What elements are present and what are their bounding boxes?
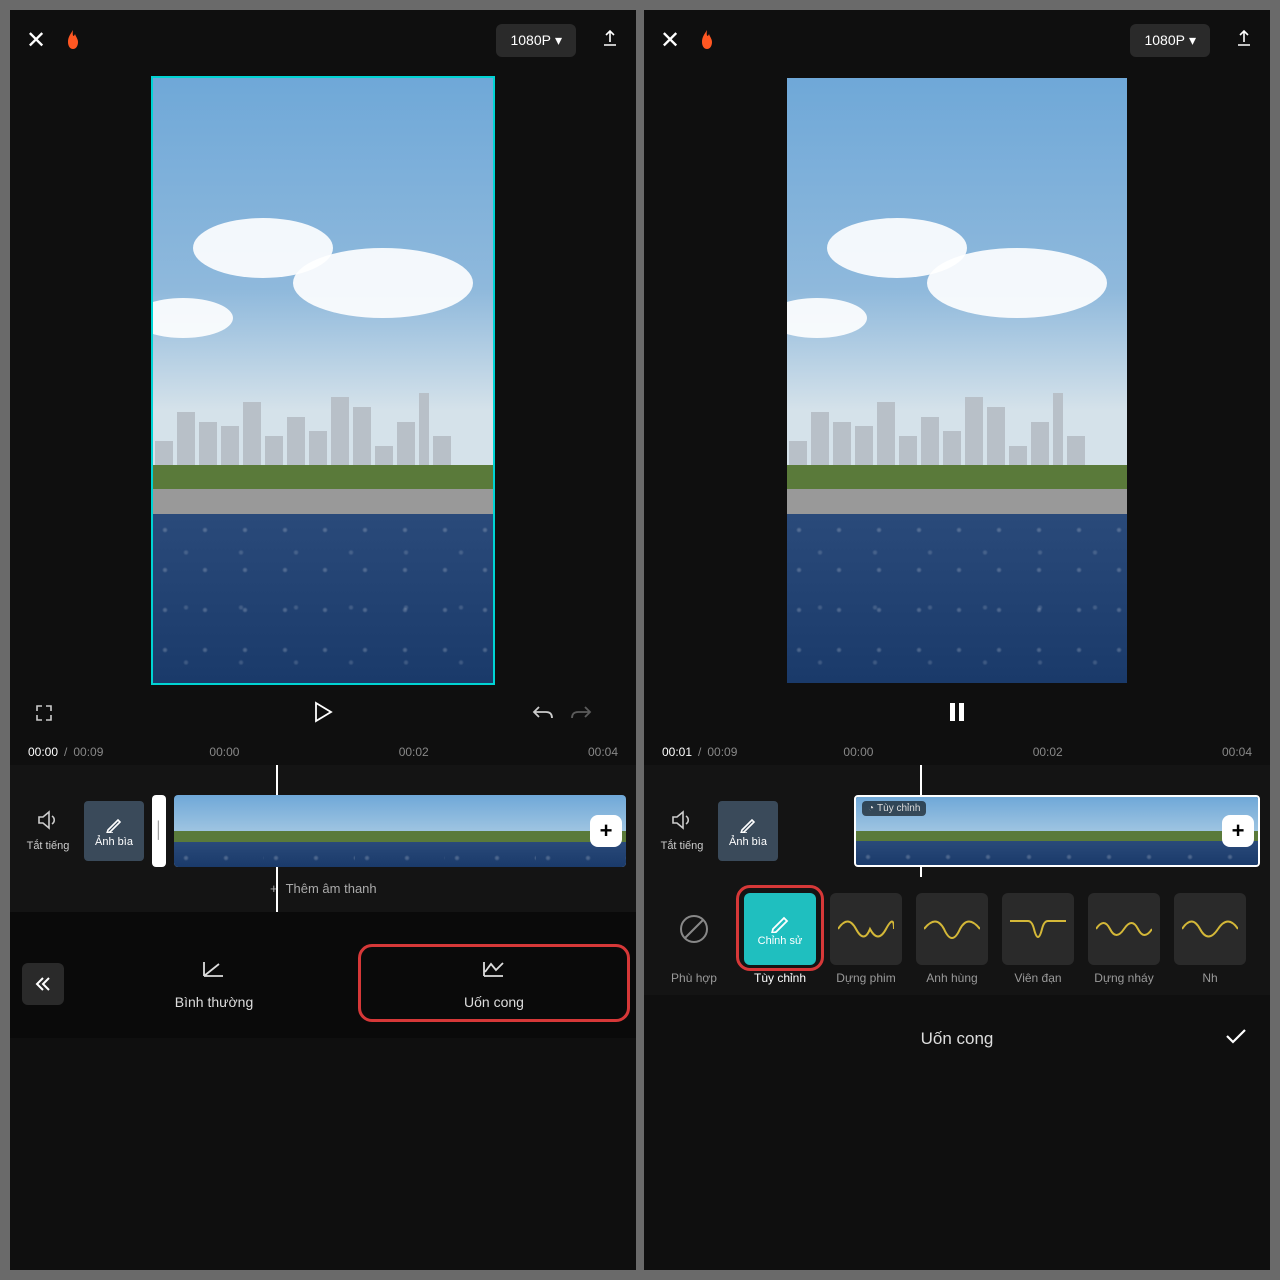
close-icon[interactable]: ✕ <box>26 26 46 55</box>
video-preview[interactable] <box>153 78 493 683</box>
speed-icon: ◔ <box>868 803 874 814</box>
mute-button[interactable]: Tắt tiếng <box>20 810 76 852</box>
total-time: 00:09 <box>707 745 737 759</box>
topbar: ✕ 1080P ▾ <box>644 10 1270 70</box>
resolution-button[interactable]: 1080P ▾ <box>496 24 576 57</box>
mute-button[interactable]: Tắt tiếng <box>654 810 710 852</box>
preset-scroll[interactable]: Phù hợp Chỉnh sử Tùy chỉnh Dựng phim Anh… <box>644 877 1270 995</box>
play-button[interactable] <box>313 701 333 729</box>
add-clip-button[interactable]: + <box>590 815 622 847</box>
add-audio-row[interactable]: + Thêm âm thanh <box>270 881 636 896</box>
clip-strip[interactable]: ◔ Tùy chỉnh + <box>854 795 1260 867</box>
confirm-title: Uốn cong <box>921 1029 994 1049</box>
tab-curve[interactable]: Uốn cong <box>364 958 624 1010</box>
preset-custom[interactable]: Chỉnh sử Tùy chỉnh <box>744 893 816 985</box>
preset-item[interactable]: Nh <box>1174 893 1246 985</box>
current-time: 00:00 <box>28 745 58 759</box>
flame-icon[interactable] <box>58 25 88 55</box>
timeline[interactable]: Tắt tiếng Ảnh bìa ◔ Tùy chỉnh + <box>644 765 1270 877</box>
clip-strip[interactable]: + <box>174 795 626 867</box>
timeline[interactable]: Tắt tiếng Ảnh bìa │ + + Thêm âm thanh <box>10 765 636 912</box>
clip-handle[interactable]: │ <box>152 795 166 867</box>
current-time: 00:01 <box>662 745 692 759</box>
highlight-box <box>358 944 630 1022</box>
back-button[interactable] <box>22 963 64 1005</box>
total-time: 00:09 <box>73 745 103 759</box>
resolution-label: 1080P <box>1144 32 1184 48</box>
pencil-icon <box>739 815 757 836</box>
time-header: 00:01 / 00:09 00:00 00:02 00:04 <box>644 739 1270 765</box>
preset-item[interactable]: Anh hùng <box>916 893 988 985</box>
video-preview[interactable] <box>787 78 1127 683</box>
time-header: 00:00 / 00:09 00:00 00:02 00:04 <box>10 739 636 765</box>
resolution-label: 1080P <box>510 32 550 48</box>
preset-item[interactable]: Dựng phim <box>830 893 902 985</box>
tab-normal[interactable]: Bình thường <box>84 958 344 1010</box>
undo-icon[interactable] <box>532 704 554 727</box>
chevron-down-icon: ▾ <box>555 32 562 49</box>
preset-none[interactable]: Phù hợp <box>658 893 730 985</box>
preview-controls <box>10 691 636 739</box>
check-icon[interactable] <box>1224 1026 1248 1052</box>
cover-button[interactable]: Ảnh bìa <box>718 801 778 861</box>
mute-icon <box>37 810 59 836</box>
mute-icon <box>671 810 693 836</box>
bottom-tabs: Bình thường Uốn cong <box>10 942 636 1038</box>
left-screen: ✕ 1080P ▾ <box>10 10 636 1270</box>
preview-area <box>10 70 636 691</box>
resolution-button[interactable]: 1080P ▾ <box>1130 24 1210 57</box>
pencil-icon <box>105 815 123 836</box>
redo-icon[interactable] <box>570 704 592 727</box>
flame-icon[interactable] <box>692 25 722 55</box>
export-icon[interactable] <box>600 28 620 53</box>
preset-item[interactable]: Dựng nháy <box>1088 893 1160 985</box>
close-icon[interactable]: ✕ <box>660 26 680 55</box>
normal-icon <box>201 958 227 986</box>
preview-area <box>644 70 1270 691</box>
clip-tag: ◔ Tùy chỉnh <box>862 801 926 816</box>
add-clip-button[interactable]: + <box>1222 815 1254 847</box>
chevron-down-icon: ▾ <box>1189 32 1196 49</box>
pause-button[interactable] <box>948 701 966 729</box>
confirm-bar: Uốn cong <box>644 1009 1270 1069</box>
preview-controls <box>644 691 1270 739</box>
export-icon[interactable] <box>1234 28 1254 53</box>
topbar: ✕ 1080P ▾ <box>10 10 636 70</box>
preset-item[interactable]: Viên đạn <box>1002 893 1074 985</box>
right-screen: ✕ 1080P ▾ <box>644 10 1270 1270</box>
cover-button[interactable]: Ảnh bìa <box>84 801 144 861</box>
fullscreen-icon[interactable] <box>34 703 54 728</box>
